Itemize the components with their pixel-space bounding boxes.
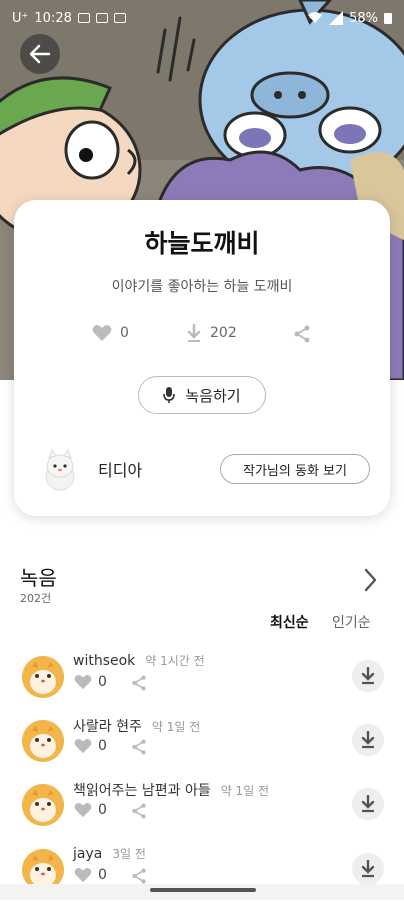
recording-like-button[interactable]: 0 [74,867,107,883]
signal-icon [329,11,344,25]
story-subtitle: 이야기를 좋아하는 하늘 도깨비 [111,279,293,295]
share-icon[interactable] [130,867,148,885]
record-button[interactable]: 녹음하기 [138,376,266,414]
recording-user[interactable]: 책읽어주는 남편과 아들 약 1일 전 [73,780,269,800]
hamster-avatar-icon [22,784,64,826]
recording-user-name: 책읽어주는 남편과 아들 [73,783,211,799]
home-indicator[interactable] [150,888,256,892]
recording-like-button[interactable]: 0 [74,802,107,818]
share-icon [294,325,310,343]
recording-time: 약 1시간 전 [145,654,205,668]
chevron-right-icon[interactable] [360,566,380,594]
author-name: 티디아 [98,461,143,480]
like-button[interactable]: 0 [92,324,129,342]
back-button[interactable] [20,34,60,74]
recording-like-button[interactable]: 0 [74,738,107,754]
user-avatar[interactable] [22,784,64,826]
recording-like-count: 0 [98,802,107,818]
story-title: 하늘도깨비 [144,229,260,258]
sort-popular-tab[interactable]: 인기순 [332,612,371,632]
like-count: 0 [120,325,129,341]
gallery-icon [77,13,90,23]
author-info[interactable]: 티디아 [44,446,142,492]
recording-like-button[interactable]: 0 [74,674,107,690]
recording-time: 3일 전 [112,847,146,861]
clock: 10:28 [34,10,72,26]
share-icon[interactable] [130,802,148,820]
recordings-title: 녹음 [20,566,57,590]
share-icon[interactable] [130,674,148,692]
recording-user-name: jaya [73,846,103,862]
user-avatar[interactable] [22,656,64,698]
recording-like-count: 0 [98,738,107,754]
record-label: 녹음하기 [185,386,241,405]
status-bar: U⁺ 10:28 58% [0,0,404,36]
download-stat: 202 [186,324,237,342]
share-button[interactable] [292,324,312,344]
heart-icon [74,738,92,754]
hamster-avatar-icon [22,656,64,698]
battery-percent: 58% [349,10,378,26]
recording-user[interactable]: withseok 약 1시간 전 [73,652,205,669]
heart-icon [74,802,92,818]
recording-download-button[interactable] [352,660,384,692]
system-nav-bar [0,884,404,900]
download-icon [187,324,201,342]
download-count: 202 [210,325,237,341]
heart-icon [74,867,92,883]
chat-icon [113,13,126,23]
user-avatar[interactable] [22,720,64,762]
story-stats: 0 202 [14,324,390,348]
author-stories-button[interactable]: 작가님의 동화 보기 [220,454,370,484]
recording-user[interactable]: jaya 3일 전 [73,845,146,862]
author-avatar [45,448,75,491]
wifi-icon [308,12,323,23]
sort-latest-tab[interactable]: 최신순 [270,612,309,632]
recording-download-button[interactable] [352,853,384,885]
recording-like-count: 0 [98,674,107,690]
arrow-left-icon [29,44,51,64]
hamster-avatar-icon [22,720,64,762]
recording-time: 약 1일 전 [151,720,201,734]
recording-download-button[interactable] [352,724,384,756]
heart-icon [74,674,92,690]
download-icon [361,795,375,813]
recording-row[interactable]: 사랄라 현주 약 1일 전 0 [0,716,404,776]
download-icon [361,731,375,749]
recordings-count: 202건 [20,592,52,605]
mic-icon [163,387,176,403]
recording-time: 약 1일 전 [220,784,270,798]
youtube-icon [95,13,108,23]
story-card: 하늘도깨비 이야기를 좋아하는 하늘 도깨비 0 202 녹음하기 티디아 작가… [14,200,390,516]
battery-icon [384,13,392,24]
download-icon [361,860,375,878]
carrier-label: U⁺ [12,10,29,26]
recording-download-button[interactable] [352,788,384,820]
recording-user-name: 사랄라 현주 [73,719,142,735]
recording-like-count: 0 [98,867,107,883]
recording-user-name: withseok [73,653,136,669]
download-icon [361,667,375,685]
recording-row[interactable]: 책읽어주는 남편과 아들 약 1일 전 0 [0,780,404,840]
recording-row[interactable]: withseok 약 1시간 전 0 [0,652,404,712]
share-icon[interactable] [130,738,148,756]
recording-user[interactable]: 사랄라 현주 약 1일 전 [73,716,200,736]
heart-icon [92,325,112,341]
